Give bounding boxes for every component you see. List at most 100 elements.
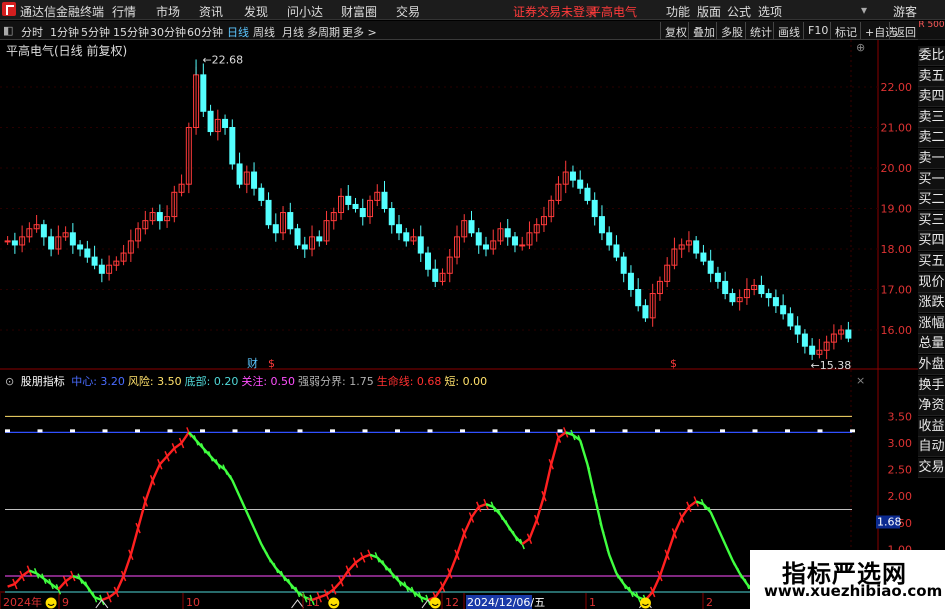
period-tab-1[interactable]: 1分钟 bbox=[50, 24, 79, 40]
period-tab-0[interactable]: 分时 bbox=[21, 24, 43, 40]
guest-user[interactable]: 游客 bbox=[893, 3, 917, 20]
event-marker-s1[interactable]: $ bbox=[268, 357, 275, 370]
side-item-14[interactable]: 总量 bbox=[918, 334, 945, 355]
side-item-0[interactable]: 委比 bbox=[918, 46, 945, 66]
candle-body bbox=[403, 232, 410, 242]
indicator-field-0: 中心: 3.20 bbox=[71, 375, 125, 388]
xaxis-label-3: 11 bbox=[306, 596, 320, 609]
side-item-19[interactable]: 自动 bbox=[918, 437, 945, 458]
xaxis-label-2: 10 bbox=[186, 596, 200, 609]
current-stock: 平高电气 bbox=[589, 5, 638, 19]
xaxis-label-5: 2024/12/06/五 bbox=[467, 596, 545, 609]
side-item-18[interactable]: 收益 bbox=[918, 416, 945, 437]
side-item-3[interactable]: 卖三 bbox=[918, 107, 945, 128]
right-menu-2[interactable]: 公式 bbox=[727, 3, 751, 20]
zoom-icon[interactable]: ⊕ bbox=[856, 41, 865, 54]
center-dot bbox=[720, 429, 725, 433]
toolbar-button-3[interactable]: 统计 bbox=[745, 22, 776, 39]
side-item-16[interactable]: 换手 bbox=[918, 375, 945, 396]
menu-2[interactable]: 资讯 bbox=[199, 3, 223, 20]
right-menu-1[interactable]: 版面 bbox=[697, 3, 721, 20]
candle-body bbox=[591, 199, 598, 218]
side-item-2[interactable]: 卖四 bbox=[918, 87, 945, 108]
side-item-13[interactable]: 涨幅 bbox=[918, 313, 945, 334]
current-value: 1.68 bbox=[877, 516, 902, 529]
event-marker-cai[interactable]: 财 bbox=[247, 356, 258, 370]
osc-segment bbox=[666, 533, 676, 556]
side-item-6[interactable]: 买一 bbox=[918, 169, 945, 190]
side-item-9[interactable]: 买四 bbox=[918, 231, 945, 252]
xaxis-label-0: 2024年 bbox=[3, 595, 42, 609]
side-item-5[interactable]: 卖一 bbox=[918, 149, 945, 169]
side-item-7[interactable]: 买二 bbox=[918, 190, 945, 211]
menu-1[interactable]: 市场 bbox=[156, 3, 180, 20]
smiley-icon bbox=[639, 597, 651, 609]
period-tab-4[interactable]: 30分钟 bbox=[150, 24, 186, 40]
candle-body bbox=[40, 224, 47, 238]
settings-icon[interactable]: ⊙ bbox=[5, 375, 14, 388]
period-tab-6[interactable]: 日线 bbox=[227, 24, 249, 40]
osc-segment bbox=[586, 464, 596, 497]
side-item-8[interactable]: 买三 bbox=[918, 210, 945, 231]
candle-body bbox=[265, 199, 272, 226]
price-tick-6: 16.00 bbox=[881, 324, 913, 337]
side-item-10[interactable]: 买五 bbox=[918, 252, 945, 272]
candle-body bbox=[4, 240, 11, 243]
period-toolbar: ◧ 分时 1分钟 5分钟 15分钟 30分钟 60分钟 日线 周线 月线 多周期 更多 > 复权 叠加… bbox=[0, 21, 945, 40]
osc-segment bbox=[455, 533, 466, 556]
side-item-17[interactable]: 净资 bbox=[918, 396, 945, 417]
xaxis-label-7: 2 bbox=[706, 596, 713, 609]
candle-body bbox=[627, 272, 634, 291]
osc-segment bbox=[144, 479, 154, 502]
event-marker-s2[interactable]: $ bbox=[670, 357, 677, 370]
osc-segment bbox=[57, 580, 67, 591]
osc-segment bbox=[115, 575, 125, 593]
osc-segment bbox=[136, 501, 147, 529]
chart-area[interactable]: 22.0021.0020.0019.0018.0017.0016.00←22.6… bbox=[0, 40, 918, 609]
side-item-15[interactable]: 外盘 bbox=[918, 355, 945, 375]
right-menu-0[interactable]: 功能 bbox=[666, 3, 690, 20]
xaxis-label-1: 9 bbox=[62, 596, 69, 609]
collapse-icon[interactable]: ◧ bbox=[3, 24, 13, 37]
toolbar-button-2[interactable]: 多股 bbox=[716, 22, 747, 39]
center-dot bbox=[460, 429, 465, 433]
toolbar-button-0[interactable]: 复权 bbox=[660, 22, 691, 39]
side-item-1[interactable]: 卖五 bbox=[918, 66, 945, 87]
side-item-4[interactable]: 卖二 bbox=[918, 128, 945, 149]
center-dot bbox=[70, 429, 75, 433]
login-status[interactable]: 证券交易未登录 bbox=[513, 3, 597, 20]
candle-body bbox=[156, 212, 163, 222]
right-menu-3[interactable]: 选项 bbox=[758, 3, 782, 20]
menu-4[interactable]: 问小达 bbox=[287, 3, 323, 20]
osc-segment bbox=[151, 463, 161, 481]
ind-tick-3: 2.00 bbox=[888, 490, 913, 503]
menu-0[interactable]: 行情 bbox=[112, 3, 136, 20]
osc-segment bbox=[478, 503, 487, 508]
side-item-11[interactable]: 现价 bbox=[918, 272, 945, 293]
period-tab-10[interactable]: 更多 > bbox=[342, 24, 377, 40]
period-tab-5[interactable]: 60分钟 bbox=[187, 24, 223, 40]
menu-6[interactable]: 交易 bbox=[396, 3, 420, 20]
period-tab-2[interactable]: 5分钟 bbox=[81, 24, 110, 40]
period-tab-7[interactable]: 周线 bbox=[253, 24, 275, 40]
candle-body bbox=[222, 118, 229, 129]
side-item-20[interactable]: 交易 bbox=[918, 458, 945, 478]
menu-3[interactable]: 发现 bbox=[244, 3, 268, 20]
side-item-12[interactable]: 涨跌 bbox=[918, 293, 945, 314]
period-tab-3[interactable]: 15分钟 bbox=[113, 24, 149, 40]
indicator-name[interactable]: 股朋指标 bbox=[21, 375, 65, 388]
toolbar-button-5[interactable]: F10 bbox=[803, 22, 832, 39]
toolbar-button-4[interactable]: 画线 bbox=[773, 22, 804, 39]
candle-body bbox=[787, 313, 794, 327]
candle-body bbox=[707, 260, 714, 274]
menu-arrow-icon[interactable]: ▾ bbox=[861, 3, 867, 17]
period-tab-9[interactable]: 多周期 bbox=[307, 24, 340, 40]
toolbar-button-1[interactable]: 叠加 bbox=[688, 22, 719, 39]
toolbar-button-6[interactable]: 标记 bbox=[830, 22, 861, 39]
candle-body bbox=[258, 187, 265, 201]
toolbar-button-8[interactable]: 返回 bbox=[889, 22, 920, 39]
osc-segment bbox=[129, 527, 140, 556]
menu-5[interactable]: 财富圈 bbox=[341, 3, 377, 20]
period-tab-8[interactable]: 月线 bbox=[282, 24, 304, 40]
center-dot bbox=[362, 429, 368, 433]
